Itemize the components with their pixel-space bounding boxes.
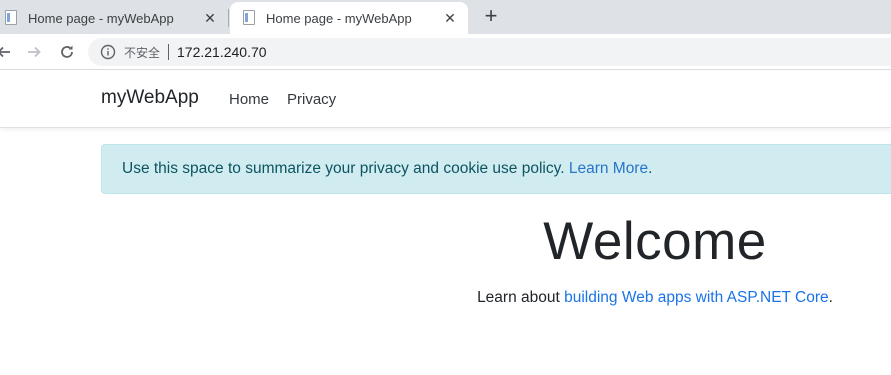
- learn-prefix: Learn about: [477, 289, 565, 306]
- nav-link-privacy[interactable]: Privacy: [287, 91, 336, 108]
- aspnet-docs-link[interactable]: building Web apps with ASP.NET Core: [564, 289, 829, 306]
- site-navbar: myWebApp Home Privacy: [0, 71, 891, 128]
- tab-title: Home page - myWebApp: [266, 10, 412, 26]
- address-bar[interactable]: 不安全 172.21.240.70: [88, 38, 891, 66]
- security-label[interactable]: 不安全: [124, 44, 160, 61]
- web-page: myWebApp Home Privacy Use this space to …: [0, 71, 891, 375]
- nav-link-home[interactable]: Home: [229, 91, 269, 108]
- page-favicon-icon: [242, 10, 256, 26]
- cookie-alert-text: Use this space to summarize your privacy…: [122, 160, 569, 177]
- info-icon[interactable]: [100, 44, 116, 60]
- tab-title: Home page - myWebApp: [28, 10, 174, 26]
- cookie-consent-alert: Use this space to summarize your privacy…: [101, 144, 891, 194]
- plus-icon[interactable]: +: [478, 4, 504, 30]
- forward-arrow-icon[interactable]: [22, 40, 46, 64]
- close-icon[interactable]: ✕: [442, 10, 458, 26]
- tab-separator: [228, 9, 229, 27]
- cookie-alert-suffix: .: [648, 160, 653, 177]
- browser-tab-2[interactable]: Home page - myWebApp ✕: [230, 2, 468, 34]
- reload-icon[interactable]: [55, 40, 79, 64]
- url-text[interactable]: 172.21.240.70: [177, 44, 267, 60]
- address-divider: [168, 44, 170, 60]
- site-brand[interactable]: myWebApp: [101, 87, 199, 109]
- browser-tab-strip: Home page - myWebApp ✕ Home page - myWeb…: [0, 0, 891, 34]
- browser-tab-1[interactable]: Home page - myWebApp ✕: [0, 2, 228, 34]
- page-favicon-icon: [4, 10, 18, 26]
- page-title: Welcome: [543, 212, 767, 271]
- learn-about-text: Learn about building Web apps with ASP.N…: [0, 289, 891, 307]
- learn-suffix: .: [828, 289, 833, 306]
- learn-more-link[interactable]: Learn More: [569, 160, 648, 177]
- browser-toolbar: 不安全 172.21.240.70: [0, 34, 891, 70]
- back-arrow-icon[interactable]: [0, 40, 16, 64]
- close-icon[interactable]: ✕: [202, 10, 218, 26]
